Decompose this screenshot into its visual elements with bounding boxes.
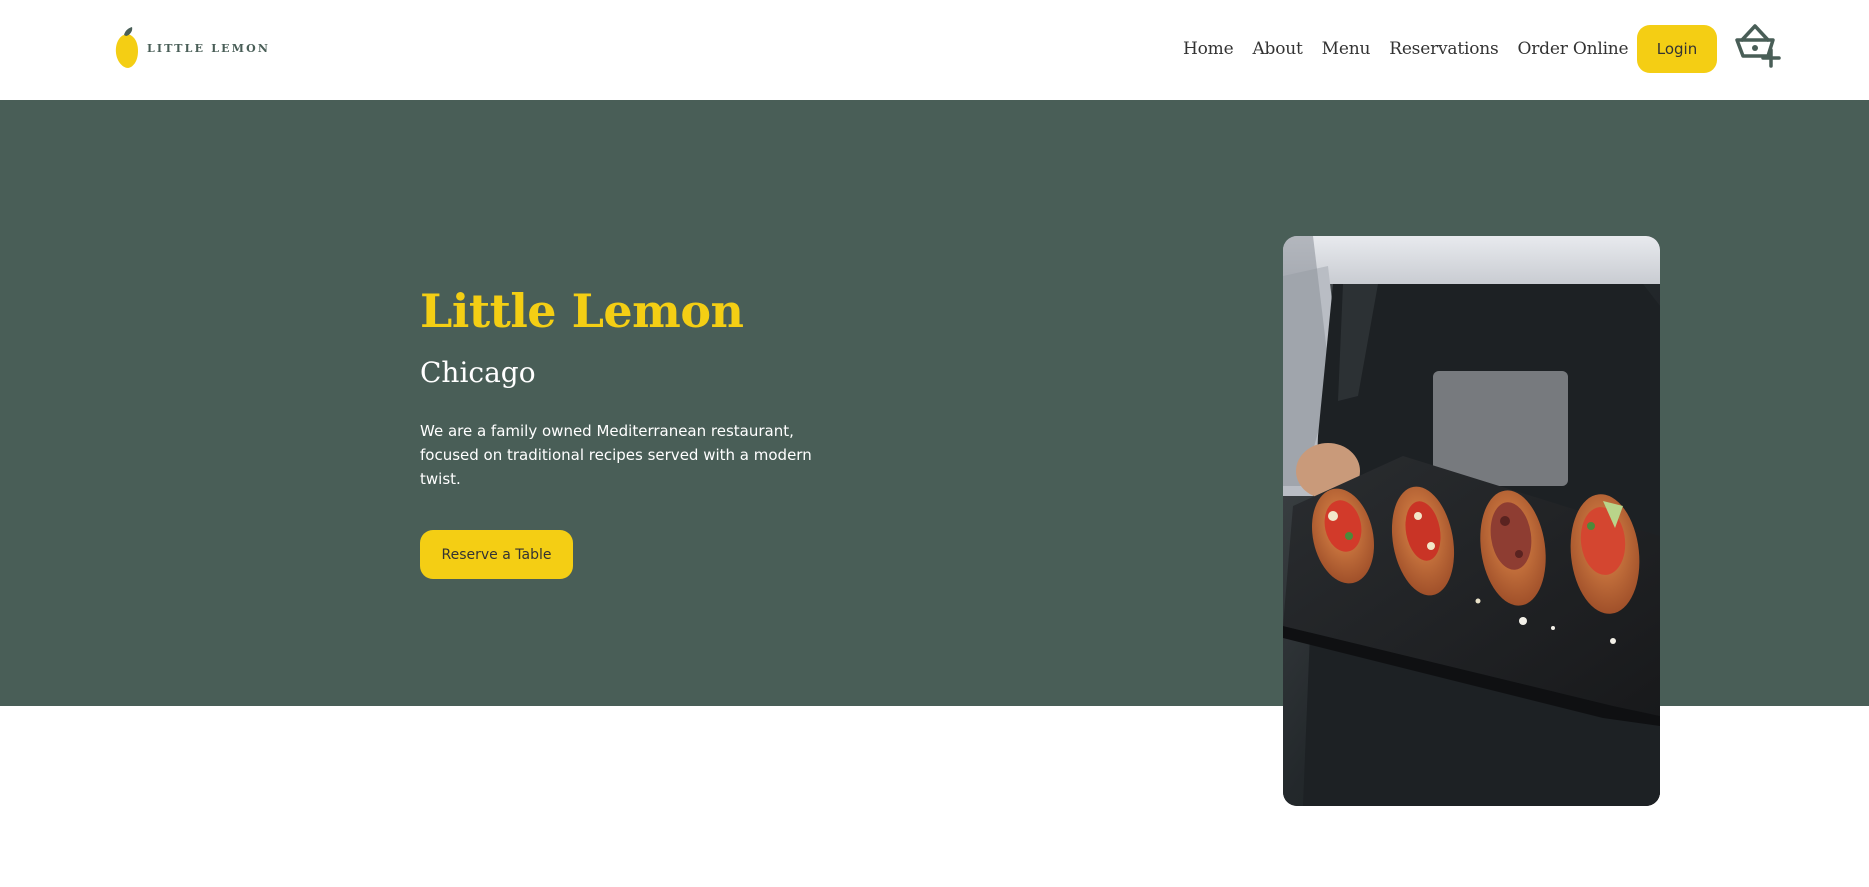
logo[interactable]: LITTLE LEMON [114, 26, 270, 70]
logo-text: LITTLE LEMON [147, 41, 271, 55]
nav-about[interactable]: About [1252, 39, 1302, 59]
lemon-icon [115, 27, 138, 68]
hero-image [1283, 236, 1660, 806]
hero-description: We are a family owned Mediterranean rest… [420, 422, 812, 488]
login-button[interactable]: Login [1637, 25, 1717, 73]
main-nav: Home About Menu Reservations Order Onlin… [1183, 36, 1629, 62]
hero-title: Little Lemon [420, 284, 744, 338]
hero-subtitle: Chicago [420, 356, 536, 389]
nav-order-online[interactable]: Order Online [1518, 39, 1629, 59]
nav-reservations[interactable]: Reservations [1389, 39, 1498, 59]
reserve-table-button[interactable]: Reserve a Table [420, 530, 573, 579]
nav-menu[interactable]: Menu [1322, 39, 1371, 59]
nav-home[interactable]: Home [1183, 39, 1234, 59]
basket-plus-icon[interactable] [1735, 22, 1781, 68]
site-header: LITTLE LEMON Home About Menu Reservation… [0, 0, 1869, 100]
